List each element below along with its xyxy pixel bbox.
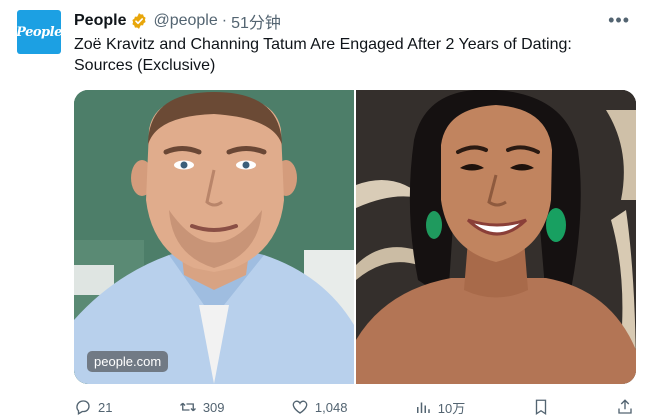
author-name[interactable]: People: [74, 12, 126, 30]
like-button[interactable]: 1,048: [291, 397, 348, 417]
author-handle[interactable]: @people: [153, 12, 217, 30]
photo-left[interactable]: people.com: [74, 90, 354, 384]
avatar-logo-text: People: [16, 24, 62, 40]
reply-button[interactable]: 21: [74, 397, 112, 417]
photo-right[interactable]: [356, 90, 636, 384]
verified-badge-icon[interactable]: [130, 12, 148, 30]
share-button[interactable]: [616, 397, 634, 417]
more-options-icon[interactable]: •••: [608, 10, 630, 31]
reply-count: 21: [98, 399, 113, 415]
tweet-actions: 21 309 1,048 10万: [74, 397, 634, 417]
watermark-label: people.com: [87, 351, 169, 372]
views-count: 10万: [437, 400, 466, 416]
views-button[interactable]: 10万: [414, 397, 465, 417]
heart-icon: [292, 400, 308, 414]
timestamp[interactable]: 51分钟: [231, 9, 281, 33]
separator-dot: ·: [221, 12, 228, 29]
bookmark-icon: [535, 399, 546, 416]
like-count: 1,048: [314, 399, 348, 415]
retweet-button[interactable]: 309: [179, 397, 225, 417]
share-icon: [618, 399, 632, 414]
views-icon: [416, 402, 430, 413]
avatar[interactable]: People: [16, 10, 62, 54]
bookmark-button[interactable]: [532, 397, 550, 417]
tweet-header: People @people · 51分钟 •••: [74, 10, 630, 32]
tweet-media[interactable]: people.com: [74, 90, 636, 384]
reply-icon: [76, 400, 90, 415]
woman-portrait-image: [356, 90, 636, 384]
man-portrait-image: [74, 90, 354, 384]
retweet-icon: [179, 402, 196, 412]
retweet-count: 309: [202, 399, 225, 415]
tweet-text: Zoë Kravitz and Channing Tatum Are Engag…: [74, 36, 572, 74]
